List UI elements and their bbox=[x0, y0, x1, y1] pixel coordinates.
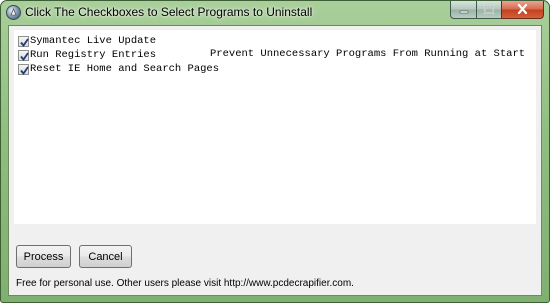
list-item-description: Prevent Unnecessary Programs From Runnin… bbox=[210, 48, 526, 60]
list-item-label: Run Registry Entries bbox=[30, 49, 157, 61]
footer-text: Free for personal use. Other users pleas… bbox=[16, 278, 354, 289]
checkbox-run-registry-entries[interactable] bbox=[18, 49, 29, 61]
minimize-icon bbox=[459, 1, 469, 19]
maximize-button[interactable] bbox=[476, 1, 501, 19]
maximize-icon bbox=[484, 1, 494, 19]
list-item-reset-ie-pages[interactable]: Reset IE Home and Search Pages bbox=[18, 62, 219, 76]
close-icon bbox=[517, 1, 528, 19]
check-icon bbox=[20, 37, 29, 47]
close-button[interactable] bbox=[501, 1, 544, 19]
checkbox-symantec-live-update[interactable] bbox=[18, 35, 29, 47]
list-item-run-registry-entries[interactable]: Run Registry Entries bbox=[18, 48, 156, 62]
cancel-button[interactable]: Cancel bbox=[79, 245, 132, 268]
checkbox-reset-ie-pages[interactable] bbox=[18, 63, 29, 75]
list-item-label: Reset IE Home and Search Pages bbox=[30, 63, 220, 75]
check-icon bbox=[20, 65, 29, 75]
caption-buttons bbox=[450, 1, 544, 20]
process-button[interactable]: Process bbox=[16, 245, 71, 268]
client-area: Symantec Live Update Run Registry Entrie… bbox=[8, 25, 542, 296]
check-icon bbox=[20, 51, 29, 61]
list-item-symantec-live-update[interactable]: Symantec Live Update bbox=[18, 34, 156, 48]
window-title: Click The Checkboxes to Select Programs … bbox=[25, 5, 313, 19]
program-list: Symantec Live Update Run Registry Entrie… bbox=[14, 30, 536, 224]
title-bar[interactable]: Click The Checkboxes to Select Programs … bbox=[1, 1, 549, 25]
list-item-label: Symantec Live Update bbox=[30, 35, 157, 47]
app-icon[interactable] bbox=[6, 5, 21, 20]
minimize-button[interactable] bbox=[450, 1, 476, 19]
app-window: Click The Checkboxes to Select Programs … bbox=[0, 0, 550, 303]
